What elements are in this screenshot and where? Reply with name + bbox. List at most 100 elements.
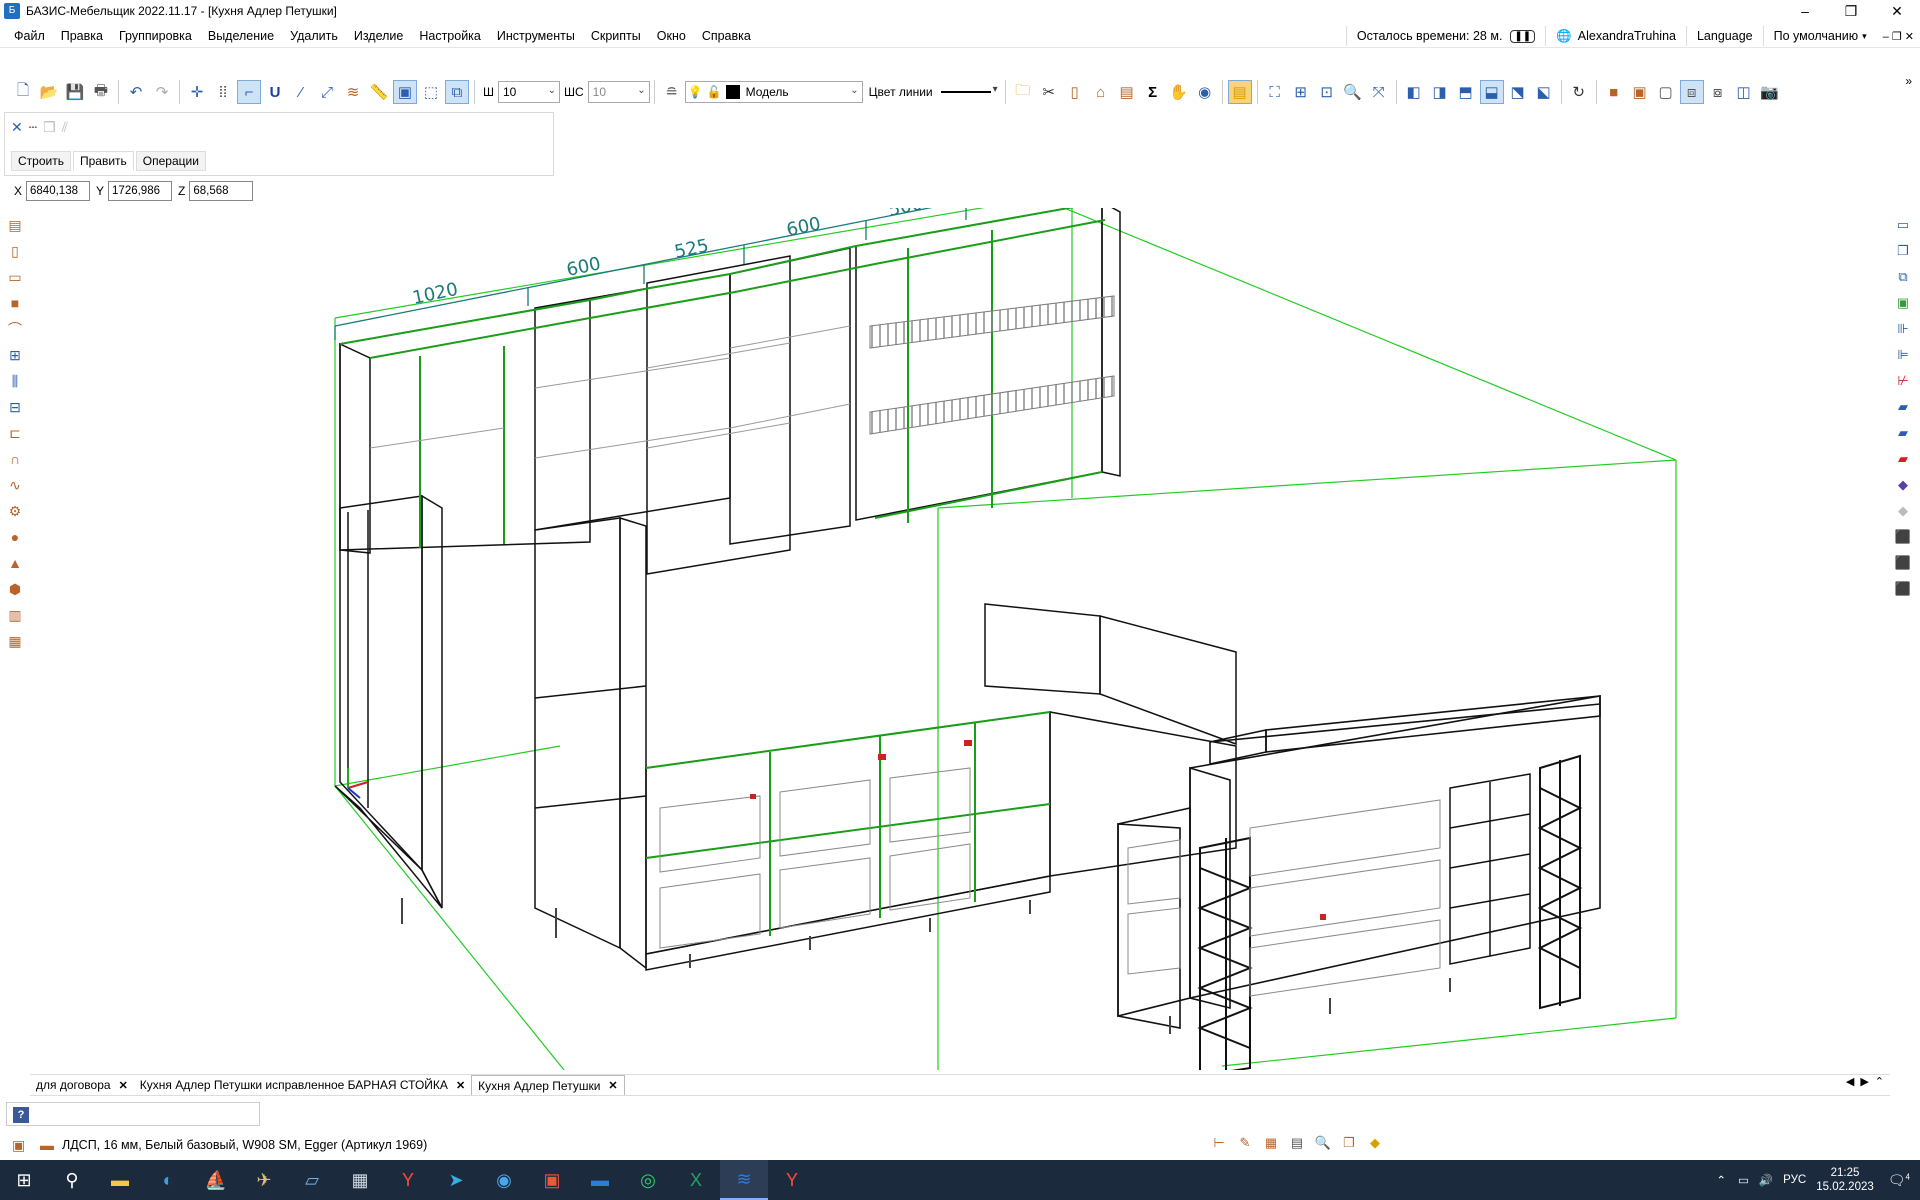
line-tool-icon[interactable]: ⁄ [289, 80, 313, 104]
language-menu[interactable]: Language [1685, 26, 1763, 46]
save-icon[interactable]: 💾 [63, 80, 87, 104]
close-icon[interactable]: ✕ [119, 1079, 128, 1092]
divider-v-icon[interactable]: ⫼ [4, 370, 26, 392]
sigma-icon[interactable]: Σ [1141, 80, 1165, 104]
new-file-icon[interactable]: 🗋 [11, 80, 35, 104]
menu-delete[interactable]: Удалить [282, 29, 346, 43]
close-icon[interactable]: ✕ [456, 1079, 465, 1092]
volume-icon[interactable]: 🔊 [1759, 1173, 1773, 1187]
mirror-icon[interactable]: ⫽ [62, 119, 68, 136]
view-front-icon[interactable]: ◧ [1402, 80, 1426, 104]
render-wire-icon[interactable]: ▢ [1654, 80, 1678, 104]
pdf-editor-icon[interactable]: ▣ [528, 1160, 576, 1200]
app-server-icon[interactable]: ▱ [288, 1160, 336, 1200]
tab-build[interactable]: Строить [11, 151, 71, 171]
drawer-icon[interactable]: ▥ [4, 604, 26, 626]
mdi-controls[interactable]: – ❐ ✕ [1877, 26, 1920, 46]
excel-icon[interactable]: X [672, 1160, 720, 1200]
facade-icon[interactable]: ▦ [4, 630, 26, 652]
extrude-icon[interactable]: ⬢ [4, 578, 26, 600]
help-icon[interactable]: ? [13, 1107, 29, 1123]
print-icon[interactable]: 🖶 [89, 80, 113, 104]
telegram-icon[interactable]: ➤ [432, 1160, 480, 1200]
block-add-icon[interactable]: ⬛ [1892, 552, 1914, 574]
trim-icon[interactable]: ✕ [11, 119, 23, 136]
restore-button[interactable]: ❐ [1828, 0, 1874, 22]
curved-panel-icon[interactable]: ⌒ [4, 318, 26, 340]
line-style-select[interactable]: ▾ [936, 81, 1001, 103]
view-persp-icon[interactable]: ⬕ [1532, 80, 1556, 104]
notes-icon[interactable]: 🗀 [1011, 80, 1035, 104]
stack-icon[interactable]: ❐ [1338, 1132, 1360, 1154]
search-icon[interactable]: ⚲ [48, 1160, 96, 1200]
hands-icon[interactable]: ✋ [1167, 80, 1191, 104]
zoom-extents-icon[interactable]: ⛶ [1263, 80, 1287, 104]
cabinet-icon[interactable]: ▯ [1063, 80, 1087, 104]
edge-add-icon[interactable]: ⊫ [1892, 344, 1914, 366]
width-select[interactable]: 10 ⌄ [498, 81, 560, 103]
snap-coordinates-icon[interactable]: ✛ [185, 80, 209, 104]
layer-select[interactable]: 💡 🔓 Модель ⌄ [684, 81, 863, 103]
arch-icon[interactable]: ∩ [4, 448, 26, 470]
front-panel-icon[interactable]: ■ [4, 292, 26, 314]
user-account[interactable]: 🌐 AlexandraTruhina [1545, 26, 1686, 46]
chevron-up-icon[interactable]: ⌃ [1875, 1075, 1884, 1088]
layer-remove-icon[interactable]: ▰ [1892, 448, 1914, 470]
y-field[interactable]: 1726,986 [108, 181, 173, 201]
view-iso2-icon[interactable]: ⬔ [1506, 80, 1530, 104]
whatsapp-icon[interactable]: ◎ [624, 1160, 672, 1200]
network-icon[interactable]: ▭ [1738, 1173, 1749, 1187]
ortho-icon[interactable]: ⌐ [237, 80, 261, 104]
profile-icon[interactable]: ⊏ [4, 422, 26, 444]
menu-group[interactable]: Группировка [111, 29, 200, 43]
render-shaded-icon[interactable]: ■ [1602, 80, 1626, 104]
chevron-left-icon[interactable]: ◀ [1846, 1075, 1854, 1088]
tree-icon[interactable]: ⊢ [1208, 1132, 1230, 1154]
preset-dropdown[interactable]: По умолчанию ▾ [1762, 26, 1877, 46]
view-mode-icon[interactable]: ▣ [393, 80, 417, 104]
z-field[interactable]: 68,568 [189, 181, 254, 201]
report-icon[interactable]: ▤ [1286, 1132, 1308, 1154]
zoom-selection-icon[interactable]: ⊡ [1315, 80, 1339, 104]
texture-icon[interactable]: ▤ [1227, 80, 1252, 104]
layers-icon[interactable]: ≋ [341, 80, 365, 104]
properties-icon[interactable]: ▣ [1892, 292, 1914, 314]
tab-edit[interactable]: Править [72, 151, 134, 171]
language-indicator[interactable]: РУС [1783, 1174, 1806, 1186]
clock[interactable]: 21:25 15.02.2023 [1816, 1166, 1874, 1194]
yandex-browser-icon[interactable]: Y [384, 1160, 432, 1200]
render-xray-icon[interactable]: ⧇ [1706, 80, 1730, 104]
pause-icon[interactable]: ❚❚ [1510, 29, 1536, 43]
bazis-app-icon[interactable]: ▬ [576, 1160, 624, 1200]
hardware-icon[interactable]: ⚙ [4, 500, 26, 522]
lower-cabinets[interactable] [645, 603, 1237, 971]
windows-cascade-icon[interactable]: ❐ [1892, 240, 1914, 262]
ws-select[interactable]: 10 ⌄ [587, 81, 650, 103]
close-icon[interactable]: ✕ [608, 1079, 617, 1092]
scissors-icon[interactable]: ✂ [1037, 80, 1061, 104]
layer-add-icon[interactable]: ▰ [1892, 396, 1914, 418]
calculator-icon[interactable]: ▦ [336, 1160, 384, 1200]
render-panel-icon[interactable]: ◫ [1732, 80, 1756, 104]
sphere-icon[interactable]: ● [4, 526, 26, 548]
dash-line-icon[interactable]: ┄ [29, 119, 37, 136]
bar-counter[interactable] [1117, 695, 1601, 1029]
windows-tile-icon[interactable]: ⧉ [1892, 266, 1914, 288]
grid-icon[interactable]: ⁞⁞ [211, 80, 235, 104]
bend-icon[interactable]: ∿ [4, 474, 26, 496]
view-iso-icon[interactable]: ⬓ [1479, 80, 1504, 104]
search-icon[interactable]: 🔍 [1312, 1132, 1334, 1154]
menu-selection[interactable]: Выделение [200, 29, 282, 43]
menu-window[interactable]: Окно [649, 29, 694, 43]
doc-tab-active[interactable]: Кухня Адлер Петушки ✕ [471, 1075, 625, 1095]
eye-icon[interactable]: ◉ [1193, 80, 1217, 104]
horizontal-panel-icon[interactable]: ▭ [4, 266, 26, 288]
layer-up-icon[interactable]: ▰ [1892, 422, 1914, 444]
label-icon[interactable]: ◆ [1364, 1132, 1386, 1154]
file-explorer-icon[interactable]: ▬ [96, 1160, 144, 1200]
notifications-icon[interactable]: 🗨4 [1888, 1172, 1910, 1189]
edge-remove-icon[interactable]: ⊬ [1892, 370, 1914, 392]
oven-tower[interactable] [534, 516, 647, 970]
ruler-icon[interactable]: 📏 [367, 80, 391, 104]
menu-help[interactable]: Справка [694, 29, 759, 43]
